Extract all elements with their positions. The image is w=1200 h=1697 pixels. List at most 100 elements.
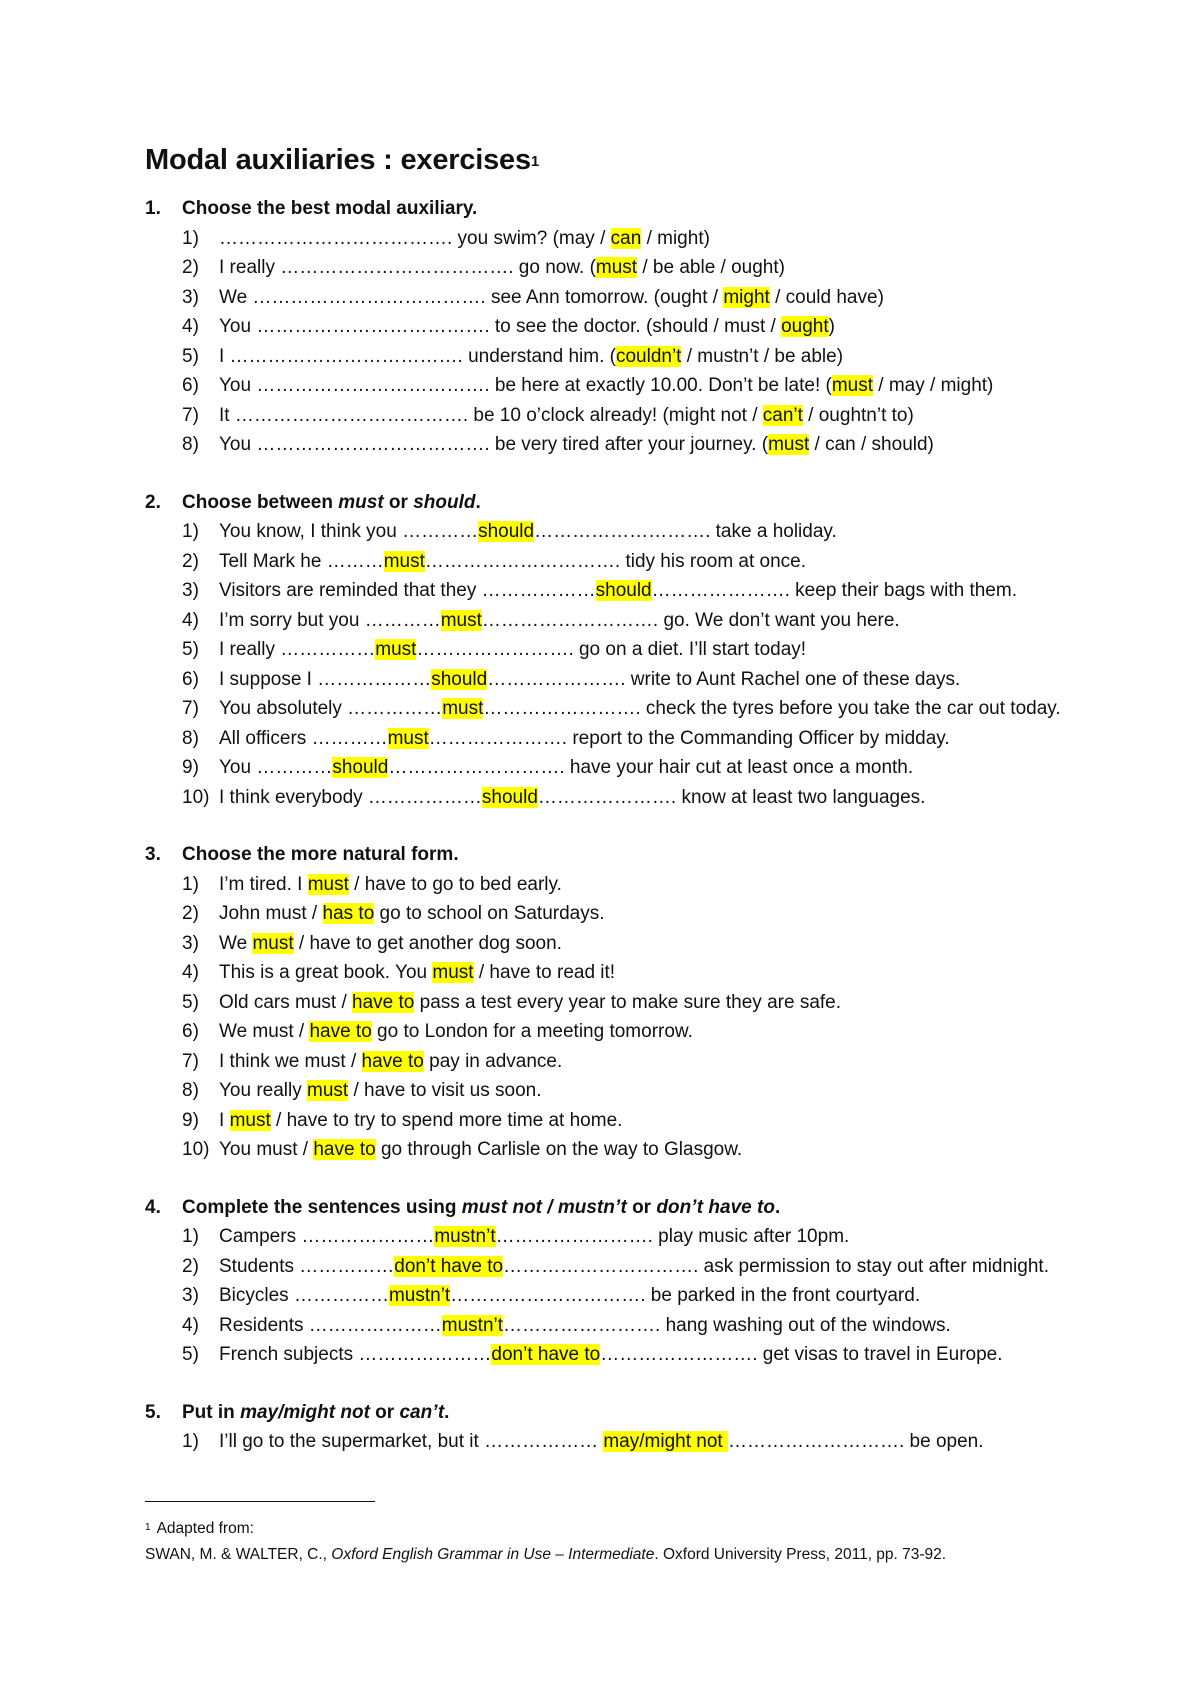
exercise-item: 4) This is a great book. You must / have …: [182, 958, 1065, 988]
exercise-item: 2) Students ……………don’t have to………………………….…: [182, 1252, 1065, 1282]
exercise-item: 8) All officers …………must…………………. report t…: [182, 724, 1065, 754]
item-text-fragment: John must /: [219, 903, 323, 924]
answer-highlight: must: [307, 873, 349, 895]
item-text-fragment: You really: [219, 1080, 308, 1101]
item-text-fragment: ………………………. be open.: [727, 1431, 984, 1452]
heading-fragment: may/might not: [240, 1401, 370, 1423]
exercise-sections: 1. Choose the best modal auxiliary. 1) ……………: [145, 194, 1065, 1457]
item-text-fragment: You ………………………………. to see the doctor. (sh…: [219, 316, 782, 337]
exercise-item: 3) Bicycles ……………mustn’t…………………………. be pa…: [182, 1281, 1065, 1311]
section-heading: 2. Choose between must or should.: [145, 488, 1065, 518]
exercise-list: 1) ………………………………. you swim? (may / can / m…: [145, 224, 1065, 460]
heading-fragment: .: [444, 1401, 450, 1423]
section-heading: 3. Choose the more natural form.: [145, 840, 1065, 870]
item-text-fragment: ): [828, 316, 835, 337]
item-text-fragment: / have to get another dog soon.: [293, 932, 562, 954]
item-text-fragment: go to London for a meeting tomorrow.: [371, 1021, 693, 1042]
exercise-section: 4. Complete the sentences using must not …: [145, 1193, 1065, 1370]
item-number: 8): [182, 727, 199, 749]
answer-highlight: should: [595, 580, 652, 601]
exercise-item: 9) You …………should………………………. have your hai…: [182, 753, 1065, 783]
exercise-item: 6) We must / have to go to London for a m…: [182, 1017, 1065, 1047]
item-number: 4): [182, 316, 199, 337]
item-number: 5): [182, 991, 199, 1013]
exercise-item: 3) We ………………………………. see Ann tomorrow. (ou…: [182, 283, 1065, 313]
footnote-ref[interactable]: 1: [531, 153, 539, 170]
item-number: 4): [182, 962, 199, 983]
footnote-citation: SWAN, M. & WALTER, C., Oxford English Gr…: [145, 1542, 1045, 1568]
answer-highlight: mustn’t: [434, 1226, 496, 1247]
exercise-item: 5) I ………………………………. understand him. (could…: [182, 342, 1065, 372]
item-number: 7): [182, 404, 199, 426]
exercise-item: 4) I’m sorry but you …………must………………………. g…: [182, 606, 1065, 636]
item-text: Bicycles ……………mustn’t…………………………. be park…: [219, 1281, 1065, 1311]
answer-highlight: don’t have to: [491, 1344, 601, 1365]
item-text: You absolutely ……………must……………………. check …: [219, 694, 1065, 724]
item-text-fragment: …………………………. tidy his room at once.: [424, 550, 807, 572]
item-number: 2): [182, 1255, 199, 1277]
item-text-fragment: I ………………………………. understand him. (: [219, 345, 616, 367]
section-number: 4.: [145, 1196, 161, 1218]
item-number: 7): [182, 1050, 199, 1072]
item-text-fragment: Campers …………………: [219, 1226, 435, 1247]
section-heading-text: Choose the best modal auxiliary.: [182, 194, 477, 224]
exercise-item: 2) Tell Mark he ………must…………………………. tidy h…: [182, 547, 1065, 577]
answer-highlight: can’t: [762, 404, 803, 426]
item-text-fragment: French subjects …………………: [219, 1344, 492, 1365]
item-text-fragment: I think everybody ………………: [219, 786, 482, 808]
heading-fragment: don’t have to: [656, 1196, 775, 1218]
item-text: I’m tired. I must / have to go to bed ea…: [219, 870, 1065, 900]
answer-highlight: may/might not: [603, 1431, 728, 1452]
item-text: We must / have to get another dog soon.: [219, 929, 1065, 959]
item-text-fragment: / have to read it!: [473, 962, 616, 983]
item-text-fragment: …………………………. ask permission to stay out a…: [503, 1255, 1049, 1277]
section-heading-text: Put in may/might not or can’t.: [182, 1398, 449, 1428]
answer-highlight: has to: [322, 903, 375, 924]
item-text-fragment: go through Carlisle on the way to Glasgo…: [375, 1139, 743, 1160]
item-text: Residents …………………mustn’t……………………. hang w…: [219, 1311, 1065, 1341]
footnote-separator: [145, 1501, 375, 1502]
item-text-fragment: I really ……………: [219, 639, 376, 660]
heading-fragment: Choose the best modal auxiliary.: [182, 198, 478, 219]
item-text-fragment: We: [219, 932, 253, 954]
item-text-fragment: / could have): [769, 286, 884, 308]
answer-highlight: must: [229, 1109, 271, 1131]
section-heading: 1. Choose the best modal auxiliary.: [145, 194, 1065, 224]
section-heading-text: Choose the more natural form.: [182, 840, 459, 870]
item-text: I really ………………………………. go now. (must / b…: [219, 253, 1065, 283]
answer-highlight: have to: [313, 1139, 376, 1160]
item-text-fragment: …………………. keep their bags with them.: [651, 580, 1017, 601]
item-text: Visitors are reminded that they ………………sh…: [219, 576, 1065, 606]
item-number: 1): [182, 227, 199, 249]
item-text-fragment: pay in advance.: [423, 1050, 563, 1072]
item-text-fragment: ……………………. get visas to travel in Europe.: [600, 1344, 1003, 1365]
item-text: I think we must / have to pay in advance…: [219, 1047, 1065, 1077]
item-text-fragment: …………………. know at least two languages.: [537, 786, 926, 808]
answer-highlight: have to: [309, 1021, 372, 1042]
item-text-fragment: / have to visit us soon.: [348, 1080, 542, 1101]
item-text-fragment: You absolutely ……………: [219, 698, 443, 719]
item-text: I’m sorry but you …………must………………………. go.…: [219, 606, 1065, 636]
item-text-fragment: / have to go to bed early.: [348, 873, 562, 895]
item-text-fragment: / oughtn’t to): [802, 404, 914, 426]
item-number: 5): [182, 639, 199, 660]
answer-highlight: must: [375, 639, 417, 660]
exercise-item: 4) Residents …………………mustn’t……………………. hang…: [182, 1311, 1065, 1341]
item-text-fragment: I suppose I ………………: [219, 668, 432, 690]
item-number: 3): [182, 1285, 199, 1306]
item-text: We ………………………………. see Ann tomorrow. (ough…: [219, 283, 1065, 313]
exercise-item: 6) You ………………………………. be here at exactly 1…: [182, 371, 1065, 401]
footnote-intro: Adapted from:: [156, 1520, 254, 1537]
exercise-item: 10) You must / have to go through Carlisl…: [182, 1135, 1065, 1165]
heading-fragment: Put in: [182, 1401, 241, 1423]
exercise-list: 1) Campers …………………mustn’t……………………. play m…: [145, 1222, 1065, 1370]
exercise-item: 1) You know, I think you …………should…………………: [182, 517, 1065, 547]
item-text-fragment: I: [219, 1109, 230, 1131]
item-text-fragment: ………………………. take a holiday.: [534, 521, 837, 542]
item-text-fragment: pass a test every year to make sure they…: [414, 991, 842, 1013]
item-number: 9): [182, 1109, 199, 1131]
item-number: 1): [182, 873, 199, 895]
footnote-number: 1: [145, 1522, 151, 1533]
item-text-fragment: It ………………………………. be 10 o’clock already! …: [219, 404, 763, 426]
answer-highlight: should: [478, 521, 535, 542]
